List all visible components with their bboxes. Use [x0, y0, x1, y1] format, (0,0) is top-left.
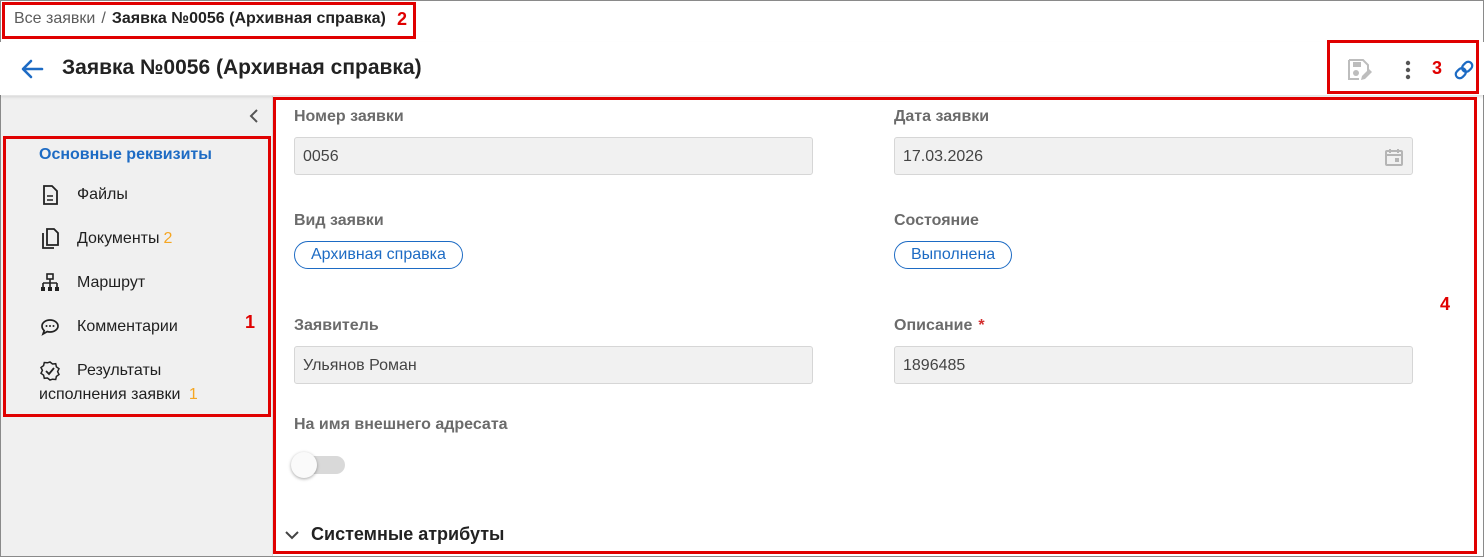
sidebar-item-label: Комментарии — [77, 318, 178, 335]
verified-icon — [39, 360, 61, 382]
calendar-icon[interactable] — [1384, 147, 1404, 167]
save-edit-icon[interactable] — [1344, 56, 1374, 84]
state-chip[interactable]: Выполнена — [894, 241, 1013, 269]
file-icon — [39, 184, 61, 206]
date-value: 17.03.2026 — [903, 148, 984, 165]
description-label: Описание * — [894, 317, 985, 335]
number-field[interactable]: 0056 — [294, 137, 813, 175]
annotation-label-3: 3 — [1432, 58, 1443, 78]
description-value: 1896485 — [903, 357, 966, 374]
annotation-label-2: 2 — [397, 9, 408, 29]
results-count-badge: 1 — [188, 386, 198, 403]
system-attributes-section-toggle[interactable]: Системные атрибуты — [283, 524, 504, 545]
sidebar-item-files[interactable]: Файлы — [39, 184, 132, 206]
sidebar-item-label: Документы — [77, 230, 160, 247]
request-form: Номер заявки 0056 Дата заявки 17.03.2026… — [275, 96, 1483, 556]
sidebar-item-comments[interactable]: Комментарии — [39, 316, 182, 338]
breadcrumb-current: Заявка №0056 (Архивная справка) — [111, 10, 386, 27]
results-label-line1: Результаты — [77, 362, 162, 379]
date-label: Дата заявки — [894, 108, 990, 125]
route-icon — [39, 272, 61, 294]
number-value: 0056 — [303, 148, 339, 165]
more-vertical-icon[interactable] — [1398, 56, 1418, 84]
applicant-value: Ульянов Роман — [303, 357, 417, 374]
page-title: Заявка №0056 (Архивная справка) — [62, 56, 422, 79]
breadcrumb-separator: / — [101, 10, 106, 27]
toggle-knob — [291, 452, 317, 478]
sidebar-item-route[interactable]: Маршрут — [39, 272, 149, 294]
documents-icon — [39, 228, 61, 250]
state-label: Состояние — [894, 212, 979, 229]
results-label-line2: исполнения заявки — [39, 386, 181, 403]
type-label: Вид заявки — [294, 212, 384, 229]
sidebar-item-label: Файлы — [77, 186, 128, 203]
back-arrow-icon[interactable] — [18, 57, 46, 81]
type-chip[interactable]: Архивная справка — [294, 241, 463, 269]
link-icon[interactable] — [1452, 56, 1476, 84]
documents-count-badge: 2 — [163, 230, 173, 247]
external-recipient-toggle[interactable] — [291, 452, 347, 478]
applicant-field[interactable]: Ульянов Роман — [294, 346, 813, 384]
chevron-down-icon — [283, 526, 301, 544]
system-attributes-title: Системные атрибуты — [311, 524, 505, 544]
applicant-label: Заявитель — [294, 317, 379, 334]
sidebar-item-results[interactable]: Результаты исполнения заявки 1 — [39, 360, 259, 404]
date-field[interactable]: 17.03.2026 — [894, 137, 1413, 175]
collapse-sidebar-icon[interactable] — [245, 106, 265, 126]
sidebar: Основные реквизиты Файлы Документы 2 Мар… — [1, 96, 273, 556]
description-field[interactable]: 1896485 — [894, 346, 1413, 384]
annotation-label-1: 1 — [245, 312, 256, 332]
number-label: Номер заявки — [294, 108, 404, 125]
page-header: Заявка №0056 (Архивная справка) — [0, 42, 1484, 95]
comment-icon — [39, 316, 61, 338]
annotation-label-4: 4 — [1440, 294, 1451, 314]
sidebar-item-label: Маршрут — [77, 274, 146, 291]
breadcrumb: Все заявки / Заявка №0056 (Архивная спра… — [14, 10, 386, 28]
required-mark: * — [978, 317, 985, 334]
sidebar-item-documents[interactable]: Документы 2 — [39, 228, 172, 250]
description-label-text: Описание — [894, 317, 973, 334]
sidebar-item-main-details[interactable]: Основные реквизиты — [39, 146, 212, 164]
breadcrumb-root-link[interactable]: Все заявки — [14, 10, 95, 28]
external-recipient-label: На имя внешнего адресата — [294, 416, 508, 433]
